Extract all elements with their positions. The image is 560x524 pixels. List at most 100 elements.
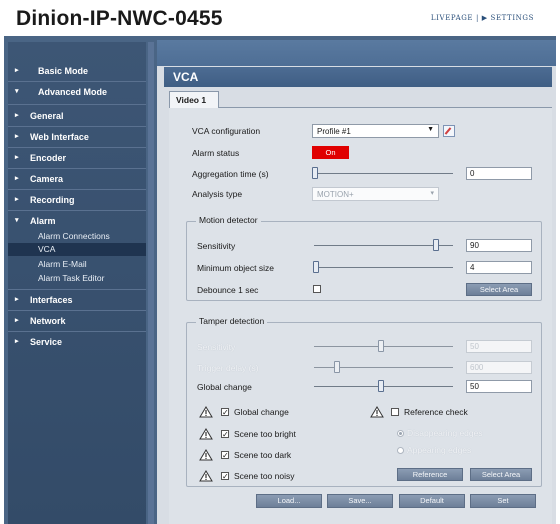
sidebar-splitter <box>148 42 154 524</box>
sidebar-item-advanced-mode[interactable]: ▾ Advanced Mode <box>8 83 146 103</box>
disappearing-edges-label: Disappearing edges <box>407 428 483 438</box>
set-button[interactable]: Set <box>470 494 536 508</box>
tamper-sensitivity-input[interactable]: 50 <box>466 340 532 353</box>
global-change-input[interactable]: 50 <box>466 380 532 393</box>
sidebar-subitem-alarm-connections[interactable]: Alarm Connections <box>8 230 146 243</box>
sidebar-divider <box>8 189 146 190</box>
dropdown-arrow-icon: ▼ <box>427 126 434 133</box>
min-object-size-label: Minimum object size <box>197 263 274 273</box>
chevron-down-icon: ▾ <box>15 217 19 224</box>
edit-icon[interactable] <box>443 125 455 137</box>
appearing-edges-radio[interactable] <box>397 447 404 454</box>
tamper-detection-title: Tamper detection <box>196 316 268 326</box>
warning-icon <box>199 449 213 461</box>
chevron-down-icon: ▾ <box>15 88 19 95</box>
load-button[interactable]: Load... <box>256 494 322 508</box>
scene-too-noisy-checkbox[interactable]: ✓ <box>221 472 229 481</box>
main-top-band <box>157 40 556 66</box>
min-object-size-input[interactable]: 4 <box>466 261 532 274</box>
settings-link[interactable]: SETTINGS <box>488 14 534 22</box>
link-separator: | <box>473 14 482 22</box>
scene-too-bright-checkbox[interactable]: ✓ <box>221 430 229 439</box>
warning-icon <box>370 406 384 418</box>
sidebar-divider <box>8 147 146 148</box>
warning-icon <box>199 428 213 440</box>
sidebar-divider <box>8 81 146 82</box>
chevron-right-icon: ▸ <box>15 196 19 203</box>
tamper-select-area-button[interactable]: Select Area <box>470 468 532 481</box>
min-object-size-thumb[interactable] <box>313 261 319 273</box>
chevron-right-icon: ▸ <box>15 175 19 182</box>
global-change-checkbox[interactable]: ✓ <box>221 408 229 417</box>
section-title: VCA <box>164 67 552 87</box>
reference-check-checkbox[interactable] <box>391 408 399 416</box>
debounce-checkbox[interactable] <box>313 285 321 293</box>
scene-too-noisy-label: Scene too noisy <box>234 471 295 481</box>
disappearing-edges-radio[interactable] <box>397 430 404 437</box>
chevron-right-icon: ▸ <box>15 112 19 119</box>
alarm-status-label: Alarm status <box>192 148 240 158</box>
scene-too-bright-label: Scene too bright <box>234 429 296 439</box>
aggregation-slider-thumb[interactable] <box>312 167 318 179</box>
chevron-right-icon: ▸ <box>15 317 19 324</box>
default-button[interactable]: Default <box>399 494 465 508</box>
aggregation-slider-track[interactable] <box>314 173 453 174</box>
warning-icon <box>199 470 213 482</box>
tamper-sensitivity-thumb[interactable] <box>378 340 384 352</box>
sidebar-subitem-alarm-email[interactable]: Alarm E-Mail <box>8 258 146 271</box>
chevron-right-icon: ▸ <box>15 133 19 140</box>
sidebar-divider <box>8 168 146 169</box>
sidebar-subitem-alarm-task-editor[interactable]: Alarm Task Editor <box>8 272 146 285</box>
tab-video-1[interactable]: Video 1 <box>169 91 219 108</box>
scene-too-dark-checkbox[interactable]: ✓ <box>221 451 229 460</box>
motion-sensitivity-thumb[interactable] <box>433 239 439 251</box>
sidebar-item-general[interactable]: ▸ General <box>8 107 146 127</box>
device-title: Dinion-IP-NWC-0455 <box>16 7 223 30</box>
chevron-right-icon: ▸ <box>15 154 19 161</box>
aggregation-time-input[interactable]: 0 <box>466 167 532 180</box>
sidebar-item-service[interactable]: ▸ Service <box>8 333 146 353</box>
tab-underline <box>169 107 552 108</box>
global-change-thumb[interactable] <box>378 380 384 392</box>
trigger-delay-thumb[interactable] <box>334 361 340 373</box>
global-change-label: Global change <box>197 382 252 392</box>
appearing-edges-label: Appearing edges <box>407 445 472 455</box>
livepage-link[interactable]: LIVEPAGE <box>431 14 473 22</box>
sidebar-item-encoder[interactable]: ▸ Encoder <box>8 149 146 169</box>
chevron-right-icon: ▸ <box>15 67 19 74</box>
motion-detector-title: Motion detector <box>196 215 261 225</box>
top-links: LIVEPAGE | ▶ SETTINGS <box>431 14 534 22</box>
dropdown-arrow-icon: ▾ <box>430 190 434 197</box>
motion-sensitivity-input[interactable]: 90 <box>466 239 532 252</box>
sidebar-divider <box>8 104 146 105</box>
sidebar-divider <box>8 126 146 127</box>
chevron-right-icon: ▸ <box>15 338 19 345</box>
min-object-size-track[interactable] <box>314 267 453 268</box>
trigger-delay-input[interactable]: 600 <box>466 361 532 374</box>
tamper-sensitivity-label: Sensitivity <box>197 342 236 352</box>
sidebar-item-recording[interactable]: ▸ Recording <box>8 191 146 211</box>
sidebar-item-web-interface[interactable]: ▸ Web Interface <box>8 128 146 148</box>
sidebar-item-network[interactable]: ▸ Network <box>8 312 146 332</box>
sidebar-subitem-vca[interactable]: VCA <box>8 243 146 256</box>
global-change-check-label: Global change <box>234 407 289 417</box>
vca-configuration-select[interactable]: Profile #1 ▼ <box>312 124 439 138</box>
sidebar-divider <box>8 331 146 332</box>
save-button[interactable]: Save... <box>327 494 393 508</box>
sidebar-divider <box>8 310 146 311</box>
sidebar-divider <box>8 289 146 290</box>
motion-sensitivity-label: Sensitivity <box>197 241 236 251</box>
chevron-right-icon: ▸ <box>15 296 19 303</box>
vca-configuration-label: VCA configuration <box>192 126 261 136</box>
sidebar-item-alarm[interactable]: ▾ Alarm <box>8 212 146 232</box>
aggregation-time-label: Aggregation time (s) <box>192 169 269 179</box>
trigger-delay-label: Trigger delay (s) <box>197 363 259 373</box>
sidebar-item-interfaces[interactable]: ▸ Interfaces <box>8 291 146 311</box>
analysis-type-select[interactable]: MOTION+ ▾ <box>312 187 439 201</box>
analysis-type-label: Analysis type <box>192 189 243 199</box>
sidebar-item-camera[interactable]: ▸ Camera <box>8 170 146 190</box>
alarm-status-badge: On <box>312 146 349 159</box>
motion-select-area-button[interactable]: Select Area <box>466 283 532 296</box>
sidebar-item-basic-mode[interactable]: ▸ Basic Mode <box>8 62 146 82</box>
reference-button[interactable]: Reference <box>397 468 463 481</box>
